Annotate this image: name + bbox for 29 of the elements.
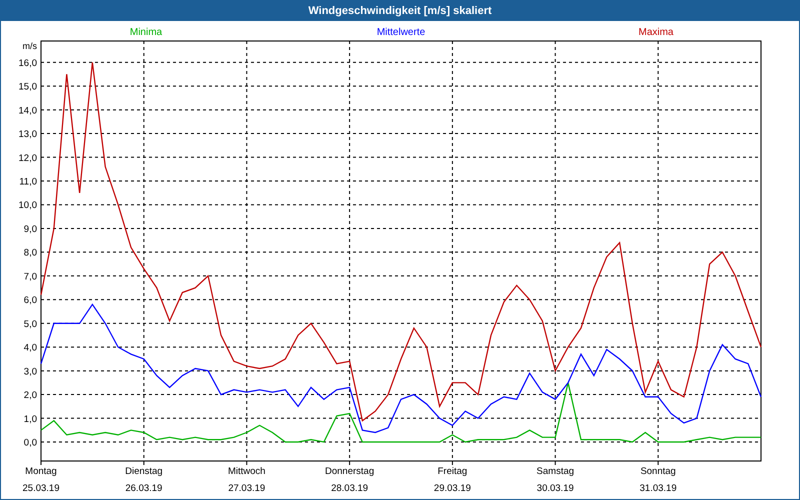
y-tick-label: 12,0 [18,152,37,164]
y-tick-label: 14,0 [18,105,37,116]
day-label: Freitag 29.03.19 [434,466,471,494]
day-label: Mittwoch 27.03.19 [228,466,266,494]
y-tick-label: 7,0 [24,271,37,282]
day-label: Samstag 30.03.19 [536,466,574,494]
y-tick-label: 3,0 [24,366,37,378]
legend-label: Minima [130,27,162,38]
day-label: Dienstag 26.03.19 [125,466,163,494]
y-tick-label: 8,0 [24,248,37,259]
y-tick-label: 4,0 [24,342,37,354]
y-tick-label: 10,0 [18,200,37,212]
day-label: Montag 25.03.19 [22,466,60,494]
day-label: Donnerstag 28.03.19 [325,466,374,494]
y-tick-label: 0,0 [24,438,37,449]
axis-unit-label: m/s [22,41,37,51]
day-label: Sonntag 31.03.19 [640,466,677,494]
y-tick-label: 2,0 [24,390,37,402]
legend-label: Maxima [638,27,674,38]
y-tick-label: 11,0 [19,176,37,188]
legend-label: Mittelwerte [376,27,426,38]
y-tick-label: 5,0 [24,318,37,330]
y-tick-label: 15,0 [18,82,37,93]
window-title: Windgeschwindigkeit [m/s] skaliert [308,4,492,19]
y-tick-label: 1,0 [24,414,37,425]
y-tick-label: 13,0 [18,129,37,140]
y-tick-label: 16,0 [18,58,37,69]
y-tick-label: 6,0 [24,295,37,306]
y-tick-label: 9,0 [24,224,37,235]
